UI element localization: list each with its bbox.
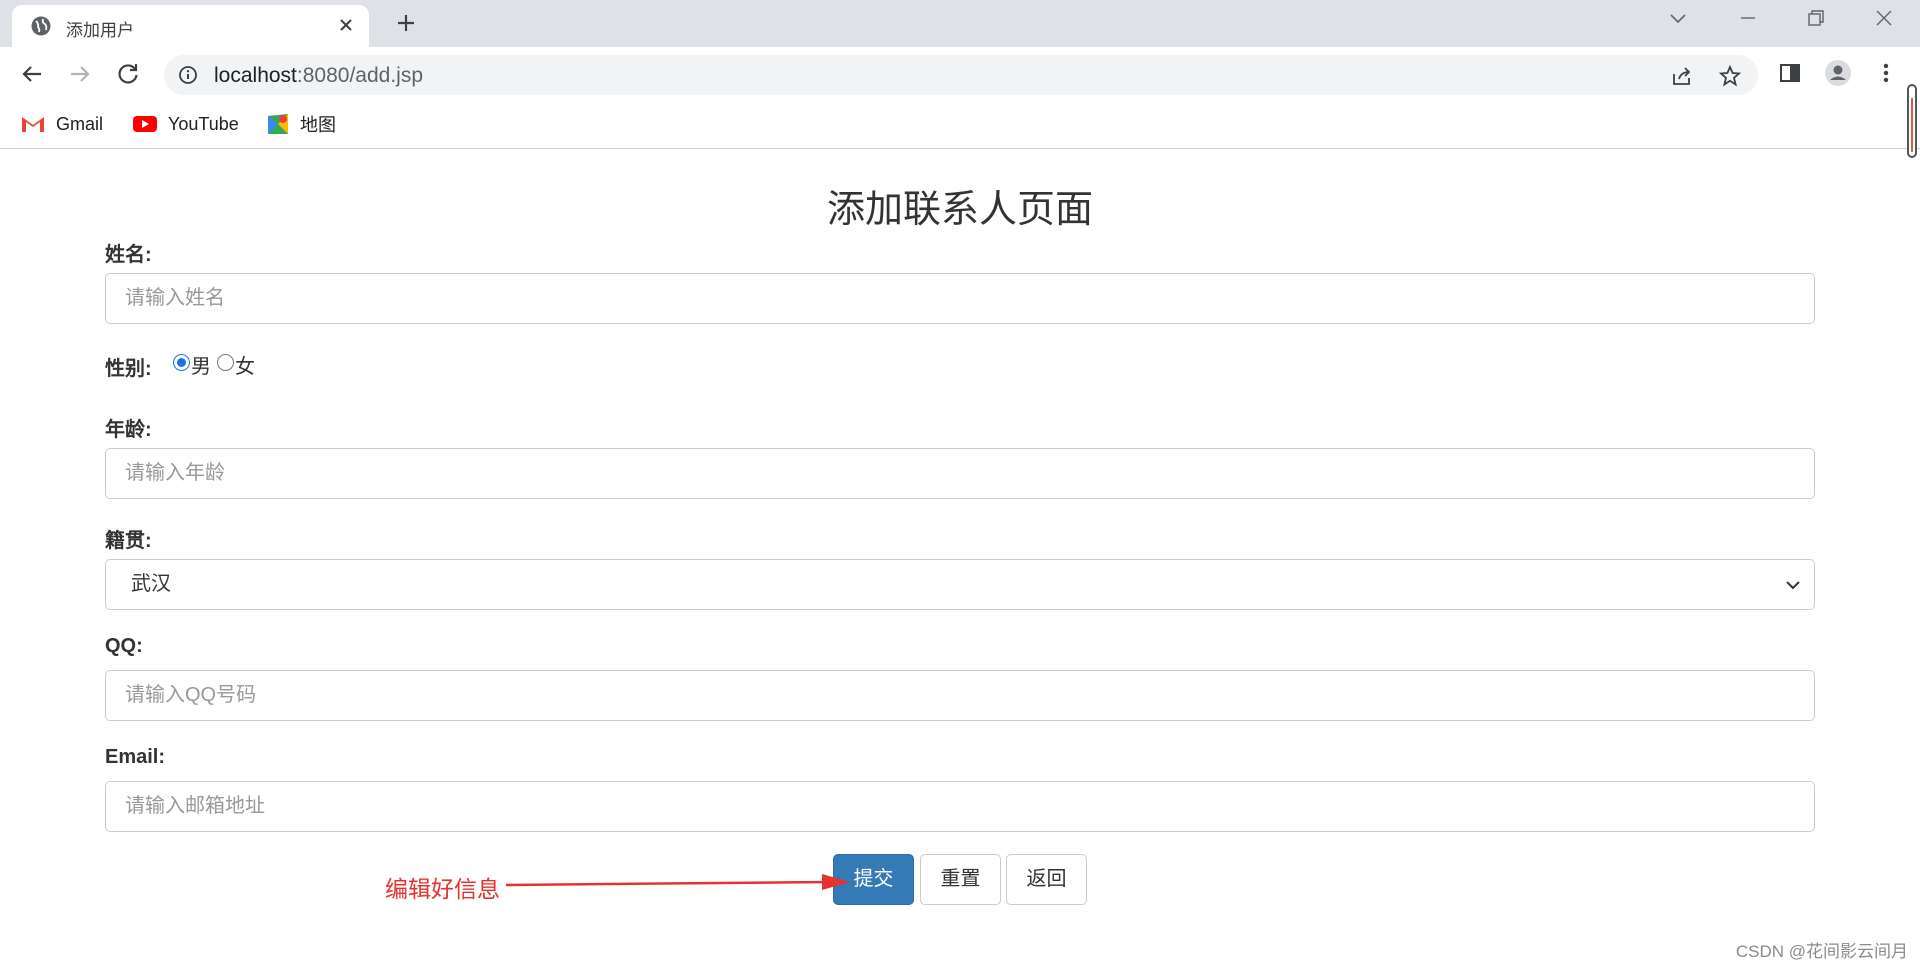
qq-label: QQ: bbox=[105, 635, 143, 657]
side-panel-icon[interactable] bbox=[1776, 59, 1804, 87]
name-label: 姓名: bbox=[105, 244, 152, 266]
gender-radio-group: 男 女 bbox=[173, 350, 255, 379]
annotation-text: 编辑好信息 bbox=[385, 876, 500, 902]
share-icon[interactable] bbox=[1670, 64, 1694, 88]
bookmark-label: YouTube bbox=[168, 113, 239, 134]
name-input[interactable] bbox=[105, 273, 1815, 324]
address-bar[interactable]: localhost:8080/add.jsp bbox=[164, 55, 1758, 95]
browser-toolbar: localhost:8080/add.jsp bbox=[0, 47, 1920, 101]
gender-label: 性别: bbox=[105, 358, 152, 380]
chevron-down-icon[interactable] bbox=[1666, 6, 1690, 30]
back-arrow-icon[interactable] bbox=[18, 60, 46, 88]
reload-icon[interactable] bbox=[114, 60, 142, 88]
url-text[interactable]: localhost:8080/add.jsp bbox=[214, 64, 423, 88]
gender-male-radio[interactable] bbox=[173, 354, 190, 371]
tab-strip: 添加用户 bbox=[0, 0, 1920, 47]
globe-icon bbox=[31, 16, 51, 36]
browser-tab[interactable]: 添加用户 bbox=[12, 5, 369, 47]
reset-button[interactable]: 重置 bbox=[920, 854, 1001, 905]
restore-icon[interactable] bbox=[1804, 6, 1828, 30]
star-icon[interactable] bbox=[1718, 64, 1742, 88]
age-input[interactable] bbox=[105, 448, 1815, 499]
age-label: 年龄: bbox=[105, 419, 152, 441]
profile-avatar-icon[interactable] bbox=[1824, 59, 1852, 87]
tab-title: 添加用户 bbox=[66, 21, 134, 40]
maps-icon bbox=[268, 114, 288, 134]
info-icon[interactable] bbox=[178, 65, 198, 85]
window-close-icon[interactable] bbox=[1872, 6, 1896, 30]
gender-female-label[interactable]: 女 bbox=[235, 350, 255, 379]
minimize-icon[interactable] bbox=[1736, 6, 1760, 30]
close-icon[interactable] bbox=[334, 13, 358, 37]
watermark: CSDN @花间影云间月 bbox=[1735, 942, 1908, 961]
bookmark-youtube[interactable]: YouTube bbox=[132, 111, 239, 137]
bookmark-label: Gmail bbox=[56, 113, 104, 134]
hometown-label: 籍贯: bbox=[105, 530, 152, 552]
hometown-selected-value: 武汉 bbox=[131, 573, 171, 595]
bookmarks-bar: Gmail YouTube 地图 bbox=[0, 101, 1920, 149]
new-tab-icon[interactable] bbox=[392, 9, 420, 37]
chevron-down-icon bbox=[1786, 581, 1800, 590]
gender-female-radio[interactable] bbox=[217, 354, 234, 371]
gmail-icon bbox=[22, 117, 44, 132]
bookmark-label: 地图 bbox=[300, 115, 336, 135]
url-host: localhost bbox=[214, 64, 297, 87]
page-title: 添加联系人页面 bbox=[826, 189, 1093, 231]
youtube-icon bbox=[133, 116, 157, 132]
bookmark-gmail[interactable]: Gmail bbox=[20, 111, 103, 137]
annotation-arrow bbox=[505, 874, 850, 890]
more-vert-icon[interactable] bbox=[1872, 59, 1900, 87]
email-label: Email: bbox=[105, 746, 166, 768]
url-path: :8080/add.jsp bbox=[296, 64, 423, 87]
scrollbar-thumb[interactable] bbox=[1907, 84, 1917, 158]
hometown-select[interactable]: 武汉 bbox=[105, 559, 1815, 610]
bookmark-maps[interactable]: 地图 bbox=[266, 111, 336, 137]
qq-input[interactable] bbox=[105, 670, 1815, 721]
email-input[interactable] bbox=[105, 781, 1815, 832]
back-button[interactable]: 返回 bbox=[1006, 854, 1087, 905]
forward-arrow-icon[interactable] bbox=[66, 60, 94, 88]
gender-male-label[interactable]: 男 bbox=[191, 350, 211, 379]
